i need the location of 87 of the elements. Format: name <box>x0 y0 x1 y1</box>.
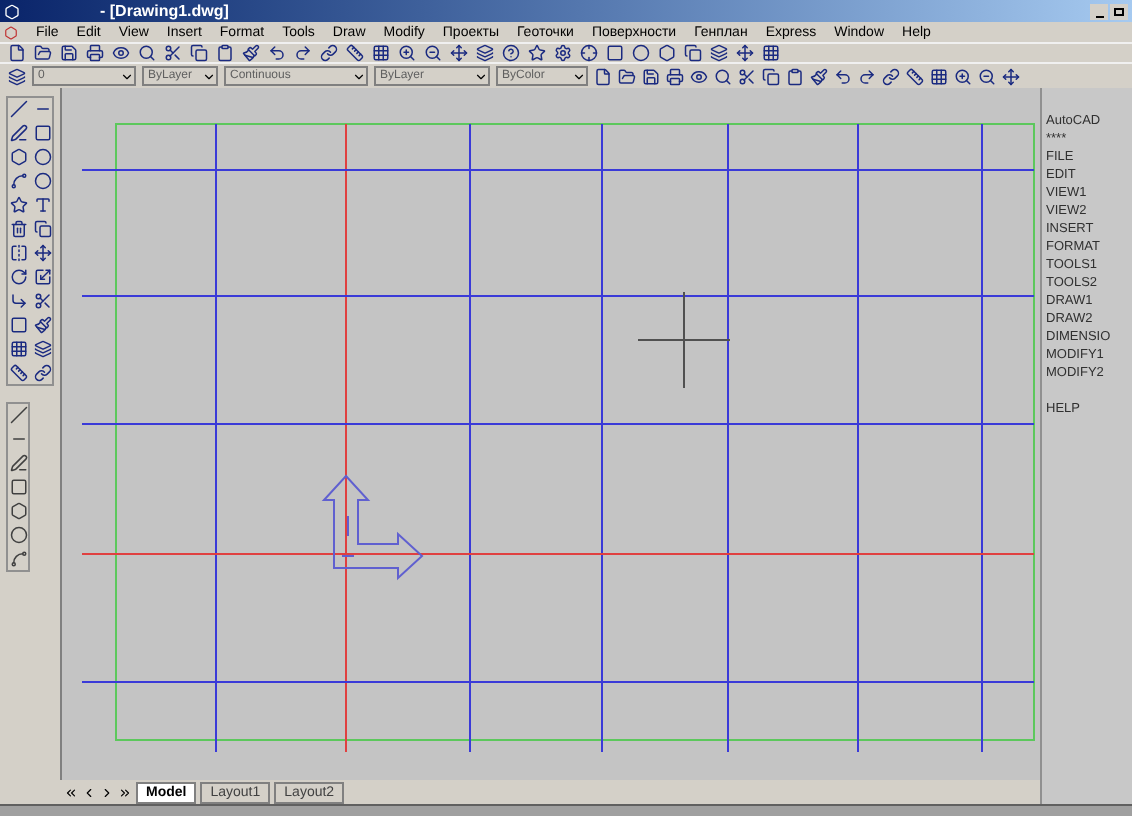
preview-icon[interactable] <box>690 67 708 85</box>
grid-icon[interactable] <box>762 44 780 62</box>
ucs-arrows-icon <box>321 474 424 581</box>
search-icon[interactable] <box>714 67 732 85</box>
new-file-icon[interactable] <box>594 67 612 85</box>
corner-icon[interactable] <box>10 292 28 310</box>
settings-icon[interactable] <box>554 44 572 62</box>
layers-icon[interactable] <box>710 44 728 62</box>
polygon-icon[interactable] <box>10 148 28 166</box>
new-file-icon[interactable] <box>8 44 26 62</box>
brush-icon[interactable] <box>34 316 52 334</box>
copy-icon[interactable] <box>684 44 702 62</box>
copy-icon[interactable] <box>190 44 208 62</box>
ruler-icon[interactable] <box>346 44 364 62</box>
layers-icon[interactable] <box>8 67 26 85</box>
polygon-icon[interactable] <box>10 502 28 520</box>
grid-icon[interactable] <box>10 340 28 358</box>
move-icon[interactable] <box>1002 67 1020 85</box>
link-icon[interactable] <box>34 364 52 382</box>
document-icon <box>4 25 18 39</box>
help-icon[interactable] <box>502 44 520 62</box>
brush-icon[interactable] <box>810 67 828 85</box>
move-icon[interactable] <box>736 44 754 62</box>
text-icon[interactable] <box>34 196 52 214</box>
scissors-icon[interactable] <box>34 292 52 310</box>
printer-icon[interactable] <box>86 44 104 62</box>
scissors-icon[interactable] <box>164 44 182 62</box>
line-icon[interactable] <box>10 100 28 118</box>
layers-icon[interactable] <box>476 44 494 62</box>
undo-icon[interactable] <box>268 44 286 62</box>
search-icon[interactable] <box>138 44 156 62</box>
star-icon[interactable] <box>10 196 28 214</box>
brush-icon[interactable] <box>242 44 260 62</box>
zoom-out-icon[interactable] <box>978 67 996 85</box>
save-icon[interactable] <box>60 44 78 62</box>
crosshair-cursor-icon <box>637 291 731 389</box>
curve-icon[interactable] <box>10 172 28 190</box>
zoom-out-icon[interactable] <box>424 44 442 62</box>
link-icon[interactable] <box>882 67 900 85</box>
circle-icon[interactable] <box>34 172 52 190</box>
folder-icon[interactable] <box>618 67 636 85</box>
grid-icon[interactable] <box>372 44 390 62</box>
line-icon[interactable] <box>10 406 28 424</box>
ruler-icon[interactable] <box>10 364 28 382</box>
tab-scroll-icon[interactable] <box>64 785 78 799</box>
clipboard-icon[interactable] <box>786 67 804 85</box>
redo-icon[interactable] <box>858 67 876 85</box>
maximize-button[interactable] <box>1110 3 1128 19</box>
grid-icon[interactable] <box>930 67 948 85</box>
printer-icon[interactable] <box>666 67 684 85</box>
trash-icon[interactable] <box>10 220 28 238</box>
preview-icon[interactable] <box>112 44 130 62</box>
tab-scroll-icon[interactable] <box>118 785 132 799</box>
save-icon[interactable] <box>642 67 660 85</box>
scale-icon[interactable] <box>34 268 52 286</box>
zoom-in-icon[interactable] <box>398 44 416 62</box>
mirror-icon[interactable] <box>10 244 28 262</box>
ruler-icon[interactable] <box>906 67 924 85</box>
move-icon[interactable] <box>34 244 52 262</box>
circle-icon[interactable] <box>632 44 650 62</box>
circle-icon[interactable] <box>34 148 52 166</box>
redo-icon[interactable] <box>294 44 312 62</box>
clipboard-icon[interactable] <box>216 44 234 62</box>
folder-icon[interactable] <box>34 44 52 62</box>
circle-icon[interactable] <box>10 526 28 544</box>
rotate-icon[interactable] <box>10 268 28 286</box>
minimize-button[interactable] <box>1090 3 1108 19</box>
hexagon-icon[interactable] <box>658 44 676 62</box>
star-icon[interactable] <box>528 44 546 62</box>
link-icon[interactable] <box>320 44 338 62</box>
window-title: - [Drawing1.dwg] <box>100 3 229 19</box>
layers-icon[interactable] <box>34 340 52 358</box>
square-icon[interactable] <box>606 44 624 62</box>
copy-icon[interactable] <box>762 67 780 85</box>
pen-icon[interactable] <box>10 454 28 472</box>
undo-icon[interactable] <box>834 67 852 85</box>
copy-icon[interactable] <box>34 220 52 238</box>
zoom-in-icon[interactable] <box>954 67 972 85</box>
crosshair-icon[interactable] <box>580 44 598 62</box>
curve-icon[interactable] <box>10 550 28 568</box>
rectangle-icon[interactable] <box>10 478 28 496</box>
scissors-icon[interactable] <box>738 67 756 85</box>
move-icon[interactable] <box>450 44 468 62</box>
square-icon[interactable] <box>10 316 28 334</box>
rectangle-icon[interactable] <box>34 124 52 142</box>
app-icon <box>4 3 20 19</box>
pen-icon[interactable] <box>10 124 28 142</box>
